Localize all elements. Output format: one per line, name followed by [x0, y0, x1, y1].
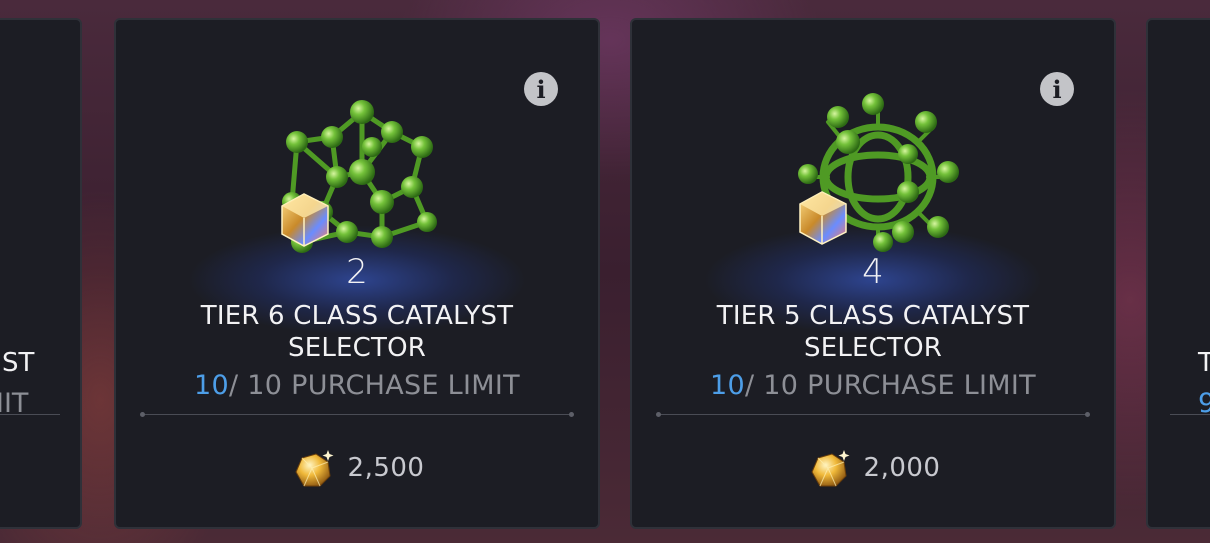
item-name: TIER 6 CLASS CATALYST SELECTOR: [146, 300, 568, 364]
tier5-catalyst-icon: [798, 93, 959, 252]
item-quantity: 4: [862, 252, 884, 292]
divider: [656, 412, 1090, 417]
info-icon[interactable]: i: [524, 72, 558, 106]
gold-crystal-icon: [810, 450, 850, 487]
partial-item-name: T: [1198, 348, 1210, 378]
item-price: 2,000: [863, 453, 941, 483]
purchase-limit-total: / 10 PURCHASE LIMIT: [745, 370, 1036, 401]
item-name-line2: SELECTOR: [287, 333, 426, 363]
divider: [0, 414, 60, 415]
item-name-line1: TIER 5 CLASS CATALYST: [716, 301, 1030, 331]
item-quantity: 2: [346, 252, 368, 292]
purchase-limit-total: / 10 PURCHASE LIMIT: [229, 370, 520, 401]
store-card-partial-right[interactable]: T 9: [1146, 18, 1210, 529]
divider: [140, 412, 574, 417]
store-card-tier6-catalyst[interactable]: i 2 TIER 6 CLASS CATALYST SELECTOR 10/ 1…: [114, 18, 600, 529]
gold-crystal-icon: [294, 450, 334, 487]
purchase-limit-current: 10: [710, 370, 745, 401]
price-button[interactable]: 2,000: [632, 446, 1114, 490]
partial-item-name: ST: [2, 348, 35, 378]
price-button[interactable]: 2,500: [116, 446, 598, 490]
purchase-limit: 10/ 10 PURCHASE LIMIT: [632, 370, 1114, 401]
tier6-catalyst-icon: [281, 100, 437, 253]
store-card-partial-left[interactable]: ST IIT: [0, 18, 82, 529]
item-price: 2,500: [347, 453, 425, 483]
divider: [1170, 414, 1210, 415]
store-card-tier5-catalyst[interactable]: i 4 TIER 5 CLASS CATALYST SELECTOR 10/ 1…: [630, 18, 1116, 529]
item-name-line1: TIER 6 CLASS CATALYST: [200, 301, 514, 331]
item-name-line2: SELECTOR: [803, 333, 942, 363]
info-icon[interactable]: i: [1040, 72, 1074, 106]
item-name: TIER 5 CLASS CATALYST SELECTOR: [662, 300, 1084, 364]
purchase-limit: 10/ 10 PURCHASE LIMIT: [116, 370, 598, 401]
purchase-limit-current: 10: [194, 370, 229, 401]
